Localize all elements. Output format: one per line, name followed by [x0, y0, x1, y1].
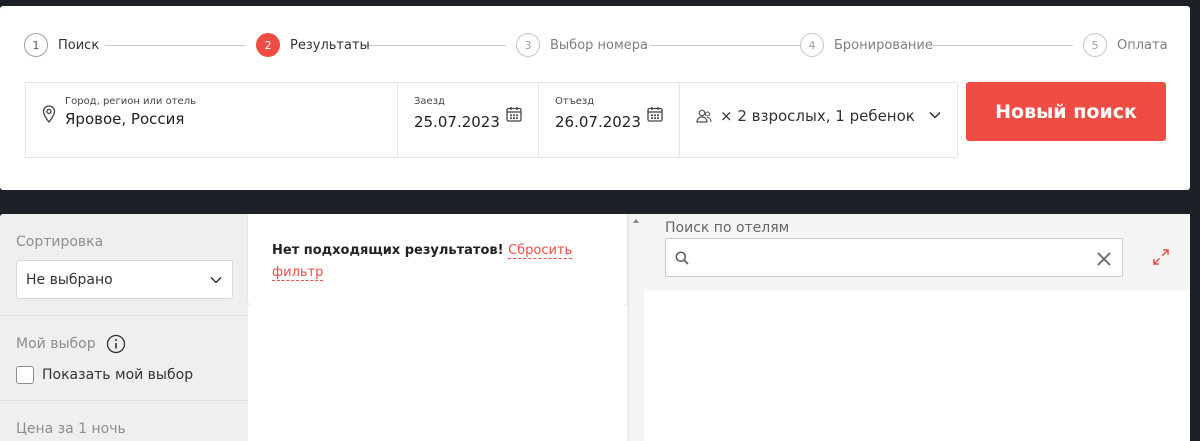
guests-value: × 2 взрослых, 1 ребенок	[720, 107, 915, 125]
step-label: Выбор номера	[550, 37, 649, 53]
search-icon	[675, 251, 689, 265]
hotel-search-label: Поиск по отелям	[665, 220, 790, 236]
price-title: Цена за 1 ночь	[16, 421, 126, 437]
checkout-label: Отъезд	[555, 96, 595, 107]
new-search-button[interactable]: Новый поиск	[966, 82, 1166, 141]
no-results-text: Нет подходящих результатов!	[272, 243, 504, 258]
chevron-down-icon	[929, 111, 941, 119]
step-number: 5	[1083, 33, 1107, 57]
chevron-down-icon	[210, 276, 222, 284]
step-label: Оплата	[1117, 37, 1168, 53]
checkin-field[interactable]: Заезд 25.07.2023	[398, 83, 539, 157]
hotel-search-box[interactable]	[665, 238, 1123, 277]
guests-icon	[696, 109, 712, 123]
expand-icon[interactable]	[1152, 248, 1170, 266]
search-form: Город, регион или отель Яровое, Россия З…	[25, 82, 958, 158]
city-field[interactable]: Город, регион или отель Яровое, Россия	[26, 83, 398, 157]
hotel-search-input[interactable]	[694, 239, 1084, 276]
results-scrollbar[interactable]	[628, 214, 644, 441]
step-label: Поиск	[58, 37, 100, 53]
divider	[0, 400, 248, 401]
my-choice-title: Мой выбор	[16, 336, 96, 352]
search-panel: 1 Поиск 2 Результаты 3 Выбор номера 4 Бр…	[0, 6, 1190, 190]
divider	[0, 315, 248, 316]
step-number: 2	[256, 33, 280, 57]
checkin-label: Заезд	[414, 96, 445, 107]
step-payment: 5 Оплата	[1083, 33, 1168, 57]
step-number: 4	[800, 33, 824, 57]
filters-sidebar: Сортировка Не выбрано Мой выбор Показать…	[0, 214, 248, 441]
sort-title: Сортировка	[16, 234, 104, 250]
city-value: Яровое, Россия	[65, 110, 185, 128]
step-label: Результаты	[290, 37, 370, 53]
guests-dropdown[interactable]: × 2 взрослых, 1 ребенок	[680, 83, 957, 157]
sort-value: Не выбрано	[26, 272, 113, 288]
checkin-value: 25.07.2023	[414, 113, 500, 131]
close-icon[interactable]	[1096, 251, 1112, 267]
calendar-icon[interactable]	[647, 106, 663, 122]
no-results-card: Нет подходящих результатов! Сбросить фил…	[248, 214, 627, 305]
step-connector	[933, 45, 1073, 46]
location-pin-icon	[42, 105, 56, 123]
results-list: Нет подходящих результатов! Сбросить фил…	[248, 214, 628, 441]
scroll-up-arrow-icon[interactable]	[633, 219, 639, 223]
step-number: 1	[24, 33, 48, 57]
step-label: Бронирование	[834, 37, 933, 53]
checkout-field[interactable]: Отъезд 26.07.2023	[539, 83, 680, 157]
no-results-message: Нет подходящих результатов! Сбросить фил…	[272, 240, 602, 284]
step-results[interactable]: 2 Результаты	[256, 33, 370, 57]
show-my-choice-label[interactable]: Показать мой выбор	[42, 367, 193, 383]
calendar-icon[interactable]	[506, 106, 522, 122]
city-label: Город, регион или отель	[65, 96, 196, 107]
step-booking: 4 Бронирование	[800, 33, 933, 57]
checkout-value: 26.07.2023	[555, 113, 641, 131]
map-panel: Поиск по отелям	[644, 214, 1190, 441]
sort-select[interactable]: Не выбрано	[16, 260, 233, 299]
step-number: 3	[516, 33, 540, 57]
step-connector	[650, 45, 800, 46]
step-connector	[366, 45, 506, 46]
results-body	[248, 305, 627, 441]
hotel-search-bar: Поиск по отелям	[644, 214, 1190, 290]
show-my-choice-checkbox[interactable]	[16, 366, 34, 384]
info-icon[interactable]	[106, 334, 126, 354]
step-room-selection: 3 Выбор номера	[516, 33, 648, 57]
step-search[interactable]: 1 Поиск	[24, 33, 99, 57]
step-connector	[105, 45, 245, 46]
booking-steps: 1 Поиск 2 Результаты 3 Выбор номера 4 Бр…	[24, 33, 1168, 63]
